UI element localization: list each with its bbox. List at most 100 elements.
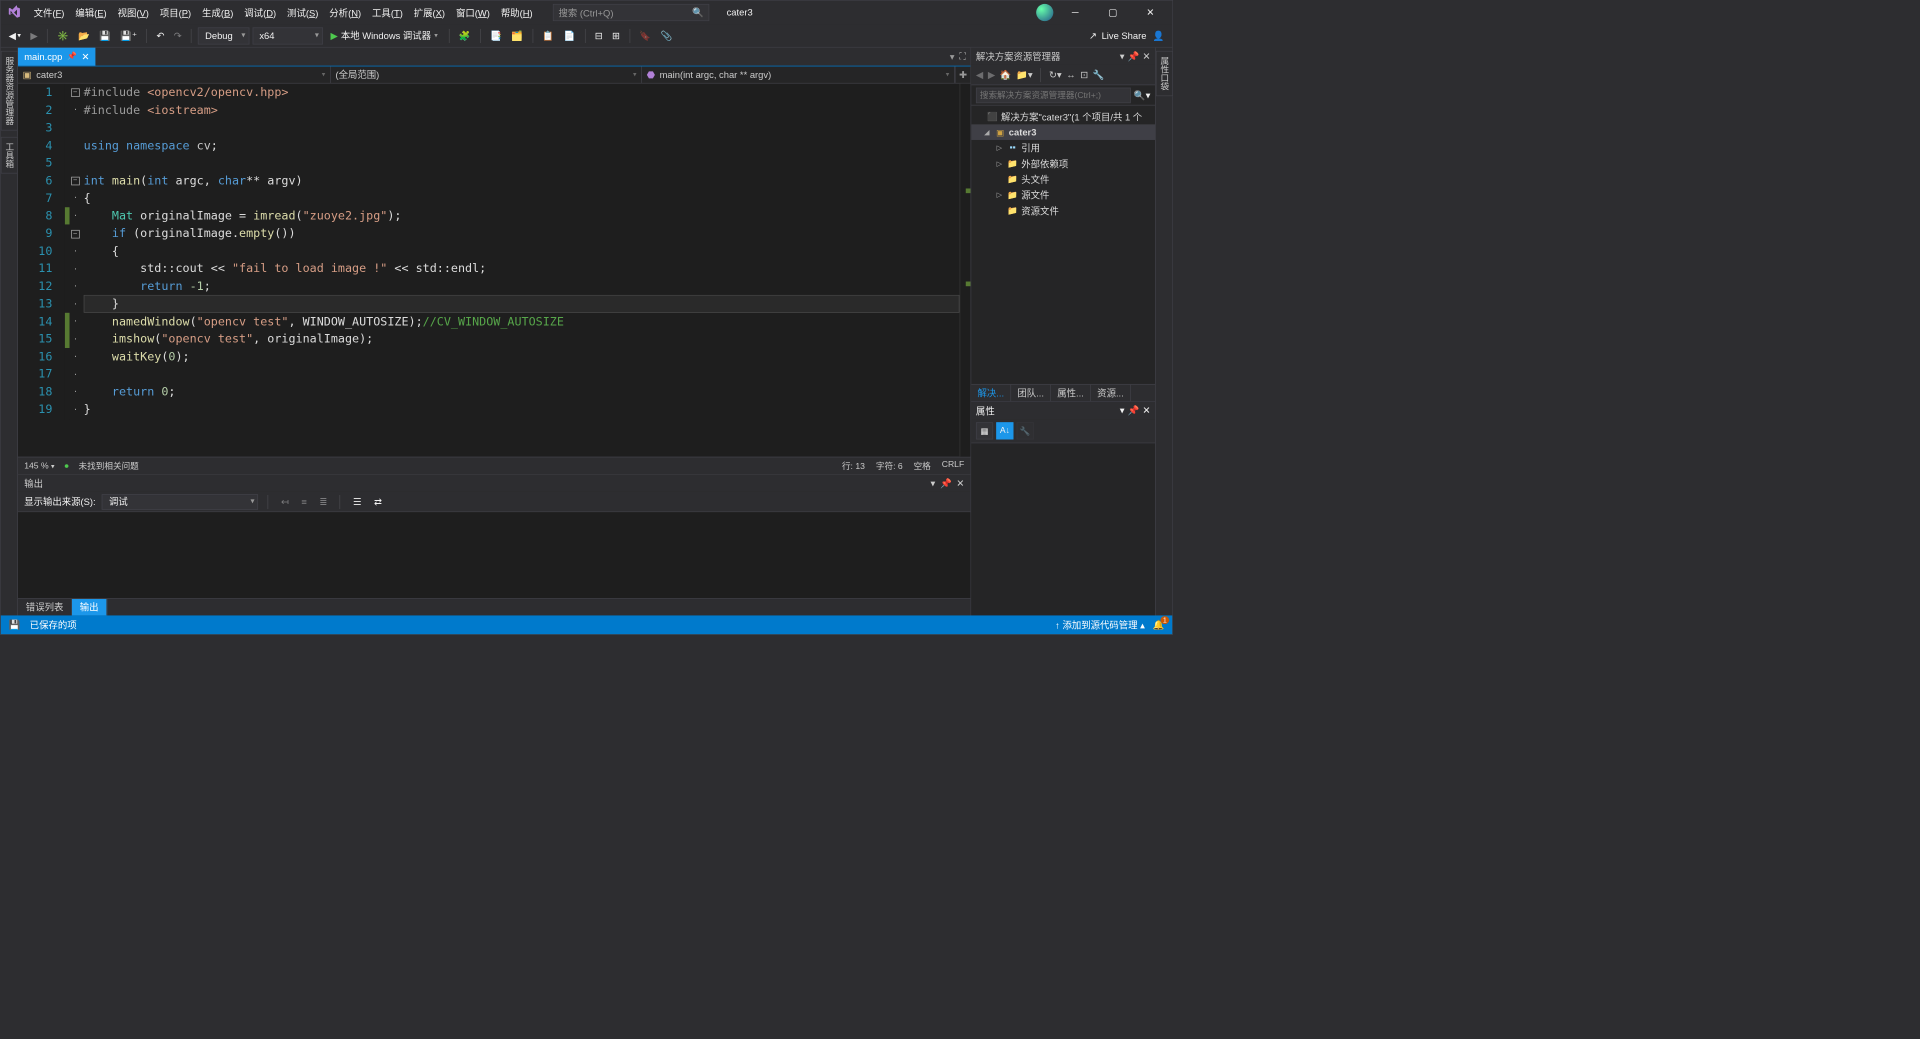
prop-pages-button[interactable]: 🔧 bbox=[1017, 422, 1034, 439]
solution-name-label[interactable]: cater3 bbox=[719, 5, 761, 19]
sle-home-icon[interactable]: 🏠 bbox=[1000, 69, 1012, 80]
menu-v[interactable]: 视图(V) bbox=[113, 3, 154, 23]
menu-s[interactable]: 测试(S) bbox=[282, 3, 323, 23]
sle-showall-icon[interactable]: ⊡ bbox=[1080, 69, 1088, 80]
config-dropdown[interactable]: Debug bbox=[198, 27, 249, 44]
rtab-team[interactable]: 团队... bbox=[1011, 385, 1051, 401]
prop-pin-icon[interactable]: 📌 bbox=[1128, 405, 1140, 416]
new-project-button[interactable]: ✳️ bbox=[54, 29, 72, 43]
rtab-res[interactable]: 资源... bbox=[1091, 385, 1131, 401]
resources-node[interactable]: 📁资源文件 bbox=[971, 203, 1155, 219]
prop-alpha-button[interactable]: A↓ bbox=[996, 422, 1013, 439]
solution-tree[interactable]: ⬛解决方案"cater3"(1 个项目/共 1 个 ◢▣cater3 ▷▪▪引用… bbox=[971, 106, 1155, 384]
doctab-main-cpp[interactable]: main.cpp 📌 ✕ bbox=[18, 48, 96, 66]
menu-b[interactable]: 生成(B) bbox=[197, 3, 238, 23]
tb-icon-2[interactable]: 📑 bbox=[487, 29, 505, 43]
sources-node[interactable]: ▷📁源文件 bbox=[971, 187, 1155, 203]
panel-menu-icon[interactable]: ▾ bbox=[931, 478, 936, 489]
sle-search-input[interactable] bbox=[976, 87, 1131, 103]
save-all-button[interactable]: 💾⁺ bbox=[117, 29, 140, 43]
nav-back-button[interactable]: ◀▾ bbox=[5, 29, 24, 43]
nav-project-dropdown[interactable]: ▣cater3 bbox=[18, 66, 331, 82]
sle-sync-icon[interactable]: 📁▾ bbox=[1016, 69, 1032, 80]
tab-output[interactable]: 输出 bbox=[72, 599, 107, 615]
tb-icon-8[interactable]: 📎 bbox=[657, 29, 675, 43]
panel-pin-icon[interactable]: 📌 bbox=[940, 478, 952, 489]
zoom-level[interactable]: 145 % ▾ bbox=[24, 461, 54, 470]
menu-t[interactable]: 工具(T) bbox=[367, 3, 407, 23]
ext-deps-node[interactable]: ▷📁外部依赖项 bbox=[971, 156, 1155, 172]
sle-menu-icon[interactable]: ▾ bbox=[1120, 51, 1125, 62]
sle-refresh-icon[interactable]: ↻▾ bbox=[1049, 69, 1062, 80]
code-content[interactable]: #include <opencv2/opencv.hpp>#include <i… bbox=[81, 84, 960, 419]
sle-search-icon[interactable]: 🔍▾ bbox=[1134, 90, 1150, 101]
liveshare-user-icon[interactable]: 👤 bbox=[1150, 29, 1168, 43]
global-search-input[interactable]: 搜索 (Ctrl+Q) 🔍 bbox=[553, 4, 709, 21]
prop-menu-icon[interactable]: ▾ bbox=[1120, 405, 1125, 416]
prop-body[interactable] bbox=[971, 443, 1155, 615]
sle-fwd-icon[interactable]: ▶ bbox=[988, 69, 995, 80]
insert-mode[interactable]: 空格 bbox=[914, 459, 931, 472]
server-explorer-tab[interactable]: 服务器资源管理器 bbox=[0, 51, 17, 131]
nav-member-dropdown[interactable]: ⬣main(int argc, char ** argv) bbox=[642, 66, 955, 82]
menu-h[interactable]: 帮助(H) bbox=[496, 3, 537, 23]
prop-categorize-button[interactable]: ▦ bbox=[976, 422, 993, 439]
output-source-dropdown[interactable]: 调试 bbox=[102, 494, 258, 510]
code-editor[interactable]: 12345678910111213141516171819 −·−··−····… bbox=[18, 84, 970, 457]
undo-button[interactable]: ↶ bbox=[153, 29, 167, 43]
source-control-button[interactable]: ↑ 添加到源代码管理 ▴ bbox=[1055, 618, 1145, 631]
tab-menu-icon[interactable]: ▾ bbox=[950, 51, 955, 62]
sle-back-icon[interactable]: ◀ bbox=[976, 69, 983, 80]
right-rail-tab[interactable]: 属性口袋 bbox=[1155, 51, 1172, 96]
output-body[interactable] bbox=[18, 512, 970, 598]
panel-close-icon[interactable]: ✕ bbox=[956, 478, 964, 489]
sle-pin-icon[interactable]: 📌 bbox=[1128, 51, 1140, 62]
tab-maximize-icon[interactable]: ⛶ bbox=[959, 51, 966, 63]
output-tb-1[interactable]: ↤ bbox=[278, 495, 292, 509]
rtab-prop[interactable]: 属性... bbox=[1051, 385, 1091, 401]
tb-icon-4[interactable]: 📋 bbox=[539, 29, 557, 43]
menu-e[interactable]: 编辑(E) bbox=[71, 3, 112, 23]
output-tb-3[interactable]: ≣ bbox=[316, 495, 330, 509]
maximize-button[interactable]: ▢ bbox=[1097, 2, 1128, 24]
nav-scope-dropdown[interactable]: (全局范围) bbox=[331, 66, 642, 82]
output-tb-5[interactable]: ⇄ bbox=[371, 495, 385, 509]
tb-icon-7[interactable]: ⊞ bbox=[609, 29, 623, 43]
tb-icon-3[interactable]: 🗂️ bbox=[508, 29, 526, 43]
platform-dropdown[interactable]: x64 bbox=[252, 27, 322, 44]
tb-icon-6[interactable]: ⊟ bbox=[592, 29, 606, 43]
menu-f[interactable]: 文件(F) bbox=[29, 3, 69, 23]
bookmark-icon[interactable]: 🔖 bbox=[636, 29, 654, 43]
tab-error-list[interactable]: 错误列表 bbox=[18, 599, 72, 615]
project-node[interactable]: ◢▣cater3 bbox=[971, 124, 1155, 140]
menu-n[interactable]: 分析(N) bbox=[325, 3, 366, 23]
menu-x[interactable]: 扩展(X) bbox=[409, 3, 450, 23]
save-button[interactable]: 💾 bbox=[96, 29, 114, 43]
tb-icon-5[interactable]: 📄 bbox=[560, 29, 578, 43]
liveshare-button[interactable]: ↗ Live Share bbox=[1089, 30, 1146, 41]
open-button[interactable]: 📂 bbox=[75, 29, 93, 43]
refs-node[interactable]: ▷▪▪引用 bbox=[971, 140, 1155, 156]
pin-icon[interactable]: 📌 bbox=[67, 52, 77, 61]
close-button[interactable]: ✕ bbox=[1135, 2, 1166, 24]
cursor-line[interactable]: 行: 13 bbox=[842, 459, 865, 472]
output-tb-4[interactable]: ☰ bbox=[350, 495, 365, 509]
nav-fwd-button[interactable]: ▶ bbox=[27, 29, 40, 43]
output-tb-2[interactable]: ≡ bbox=[298, 495, 310, 509]
headers-node[interactable]: 📁头文件 bbox=[971, 171, 1155, 187]
menu-p[interactable]: 项目(P) bbox=[155, 3, 196, 23]
sle-collapse-icon[interactable]: ↔ bbox=[1066, 69, 1075, 80]
line-ending[interactable]: CRLF bbox=[942, 459, 964, 472]
prop-close-icon[interactable]: ✕ bbox=[1142, 405, 1150, 416]
start-debug-button[interactable]: ▶本地 Windows 调试器▾ bbox=[326, 27, 443, 43]
notifications-button[interactable]: 🔔1 bbox=[1153, 619, 1165, 630]
close-tab-icon[interactable]: ✕ bbox=[81, 51, 89, 62]
issues-label[interactable]: 未找到相关问题 bbox=[79, 459, 139, 472]
nav-split-icon[interactable]: ✚ bbox=[955, 66, 971, 82]
cursor-col[interactable]: 字符: 6 bbox=[876, 459, 903, 472]
menu-w[interactable]: 窗口(W) bbox=[451, 3, 494, 23]
sle-prop-icon[interactable]: 🔧 bbox=[1093, 69, 1105, 80]
user-avatar[interactable] bbox=[1036, 4, 1053, 21]
toolbox-tab[interactable]: 工具箱 bbox=[0, 137, 17, 174]
menu-d[interactable]: 调试(D) bbox=[240, 3, 281, 23]
